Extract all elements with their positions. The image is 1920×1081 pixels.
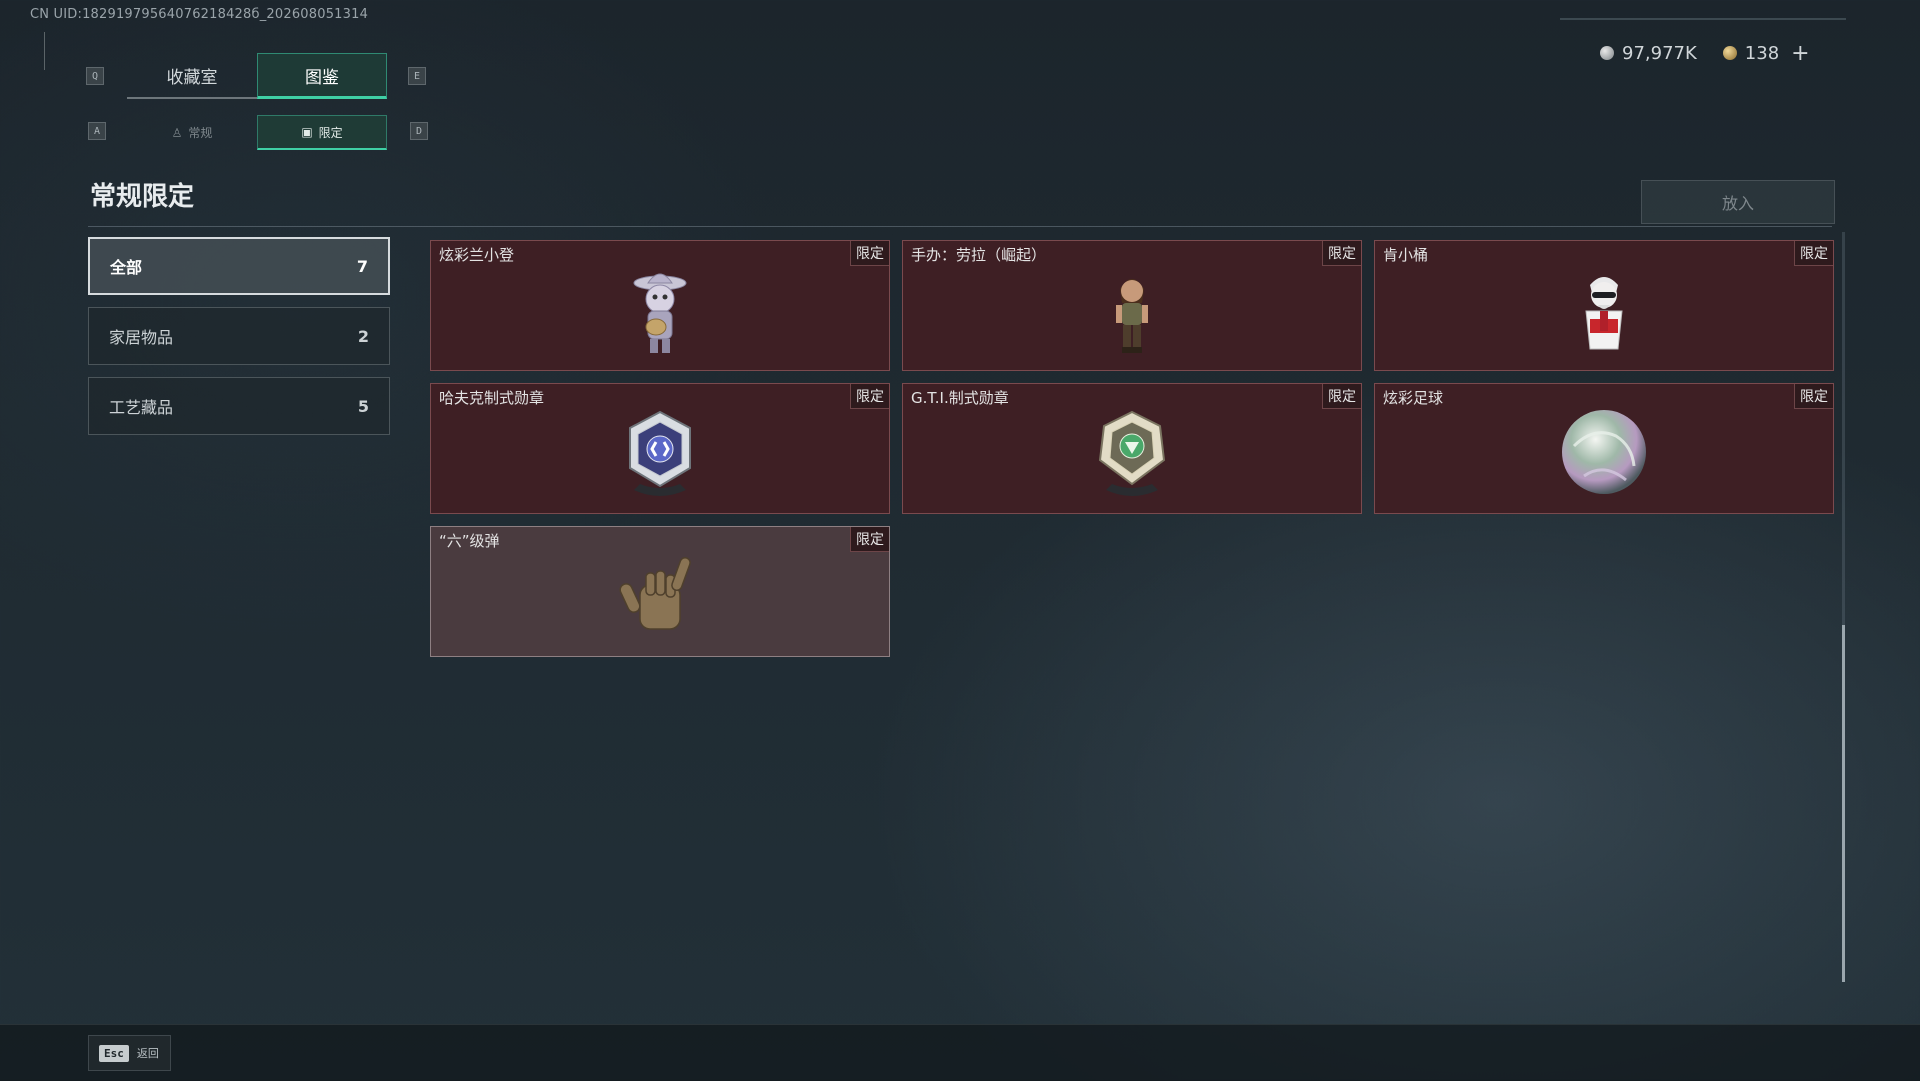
bottom-bar (0, 1024, 1920, 1081)
key-hint-q: Q (86, 67, 104, 85)
category-home-items[interactable]: 家居物品 2 (88, 307, 390, 365)
section-divider (88, 226, 1832, 227)
top-decorative-line (1560, 18, 1846, 20)
subtab-regular[interactable]: ♙ 常规 (127, 115, 257, 150)
add-currency-button[interactable]: + (1791, 41, 1809, 66)
category-all[interactable]: 全部 7 (88, 237, 390, 295)
subtab-regular-label: 常规 (188, 126, 213, 140)
back-label: 返回 (136, 1047, 159, 1060)
category-label: 全部 (110, 258, 143, 277)
category-count: 2 (357, 326, 369, 346)
haavk-medal-icon (629, 410, 691, 496)
item-card-colonel-bucket[interactable]: 肯小桶 限定 (1374, 240, 1834, 371)
colonel-bucket-figure-icon (1585, 277, 1623, 350)
silver-amount: 97,977K (1622, 42, 1697, 64)
key-hint-e: E (408, 67, 426, 85)
item-card-iridescent-football[interactable]: 炫彩足球 限定 (1374, 383, 1834, 514)
limited-badge: 限定 (1322, 241, 1361, 266)
item-name: 肯小桶 (1383, 246, 1429, 264)
category-label: 工艺藏品 (109, 398, 174, 417)
tab-codex[interactable]: 图鉴 (257, 53, 387, 99)
subtab-limited-label: 限定 (318, 125, 343, 140)
image-icon: ▣ (301, 125, 313, 139)
item-card-lara-figure[interactable]: 手办：劳拉（崛起） 限定 (902, 240, 1362, 371)
section-title: 常规限定 (90, 182, 195, 212)
iridescent-football-icon (1562, 410, 1646, 494)
limited-badge: 限定 (850, 527, 889, 552)
subtab-limited[interactable]: ▣ 限定 (257, 115, 387, 150)
category-label: 家居物品 (109, 328, 174, 347)
tab-collection-room[interactable]: 收藏室 (127, 53, 257, 99)
item-name: 手办：劳拉（崛起） (911, 246, 1047, 264)
item-name: G.T.I.制式勋章 (911, 389, 1009, 407)
category-crafts[interactable]: 工艺藏品 5 (88, 377, 390, 435)
category-count: 7 (356, 256, 368, 276)
limited-badge: 限定 (1322, 384, 1361, 409)
esc-key-hint: Esc (99, 1044, 129, 1062)
item-name: 哈夫克制式勋章 (439, 389, 545, 407)
currency-bar: 97,977K 138 + (1562, 40, 1844, 66)
item-card-gti-medal[interactable]: G.T.I.制式勋章 限定 (902, 383, 1362, 514)
key-hint-d: D (410, 122, 428, 140)
limited-badge: 限定 (1794, 241, 1833, 266)
currency-silver: 97,977K (1600, 43, 1697, 64)
item-card-haavk-medal[interactable]: 哈夫克制式勋章 限定 (430, 383, 890, 514)
gold-amount: 138 (1744, 42, 1780, 64)
silver-coin-icon (1600, 46, 1614, 60)
lara-figure-icon (1116, 279, 1148, 353)
limited-badge: 限定 (1794, 384, 1833, 409)
item-card-mariachi-doll[interactable]: 炫彩兰小登 限定 (430, 240, 890, 371)
item-name: 炫彩兰小登 (439, 246, 515, 264)
category-count: 5 (357, 396, 369, 416)
item-name: 炫彩足球 (1383, 389, 1444, 407)
item-card-shaka-hand[interactable]: “六”级弹 限定 (430, 526, 890, 657)
currency-gold: 138 + (1722, 41, 1810, 66)
item-name: “六”级弹 (439, 532, 500, 550)
scroll-thumb[interactable] (1842, 625, 1845, 982)
gold-coin-icon (1722, 46, 1737, 60)
shaka-hand-icon (619, 556, 691, 630)
limited-badge: 限定 (850, 241, 889, 266)
put-in-button[interactable]: 放入 (1641, 180, 1835, 224)
gti-medal-icon (1098, 410, 1166, 496)
key-hint-a: A (88, 122, 106, 140)
uid-text: CN UID:18291979564076218428б_20260805131… (30, 7, 369, 22)
mariachi-doll-icon (633, 273, 687, 353)
back-button[interactable]: Esc 返回 (88, 1035, 171, 1071)
limited-badge: 限定 (850, 384, 889, 409)
corner-decoration (44, 32, 48, 70)
figure-icon: ♙ (171, 125, 183, 140)
